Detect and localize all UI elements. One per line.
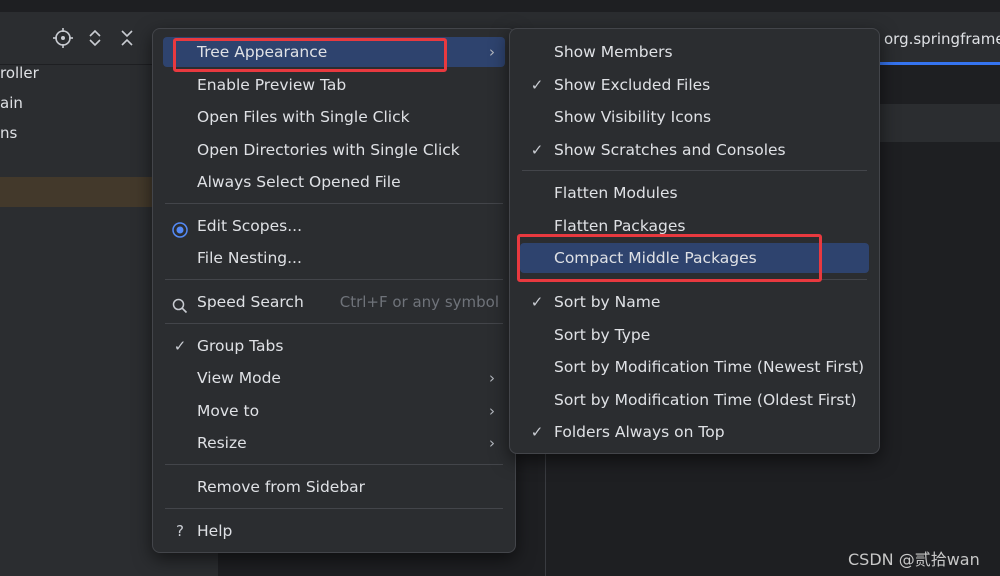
- menu-separator: [165, 323, 503, 324]
- editor-breadcrumb-bar: [880, 104, 1000, 142]
- watermark: CSDN @贰拾wan: [848, 550, 980, 569]
- menu-item-enable-preview-tab[interactable]: Enable Preview Tab: [163, 70, 505, 100]
- menu-separator: [165, 508, 503, 509]
- collapse-all-icon[interactable]: [116, 28, 138, 50]
- menu-item-sort-by-mod-time-newest[interactable]: Sort by Modification Time (Newest First): [520, 352, 869, 382]
- checkmark-icon: ✓: [530, 141, 544, 159]
- menu-item-always-select-opened-file[interactable]: Always Select Opened File: [163, 167, 505, 197]
- tree-item[interactable]: roller: [0, 58, 39, 88]
- menu-item-sort-by-type[interactable]: Sort by Type: [520, 320, 869, 350]
- checkmark-icon: ✓: [530, 76, 544, 94]
- scope-icon: [172, 218, 188, 238]
- checkmark-icon: ✓: [530, 293, 544, 311]
- menu-item-remove-from-sidebar[interactable]: Remove from Sidebar: [163, 472, 505, 502]
- menu-item-folders-always-on-top[interactable]: ✓ Folders Always on Top: [520, 417, 869, 447]
- annotation-box-compact-middle-packages: [517, 234, 822, 282]
- chevron-right-icon: ›: [489, 402, 495, 420]
- options-menu: Tree Appearance › Enable Preview Tab Ope…: [152, 28, 516, 553]
- editor-tab-title[interactable]: org.springframe: [884, 30, 1000, 48]
- chevron-right-icon: ›: [489, 434, 495, 452]
- expand-collapse-icon[interactable]: [84, 28, 106, 50]
- menu-item-view-mode[interactable]: View Mode ›: [163, 363, 505, 393]
- menu-item-help[interactable]: ? Help: [163, 516, 505, 546]
- checkmark-icon: ✓: [173, 337, 187, 355]
- shortcut-hint: Ctrl+F or any symbol: [339, 293, 499, 311]
- menu-item-file-nesting[interactable]: File Nesting...: [163, 243, 505, 273]
- active-tab-indicator: [878, 62, 1000, 65]
- menu-item-show-visibility-icons[interactable]: Show Visibility Icons: [520, 102, 869, 132]
- chevron-right-icon: ›: [489, 369, 495, 387]
- search-icon: [172, 294, 188, 314]
- menu-item-sort-by-name[interactable]: ✓ Sort by Name: [520, 287, 869, 317]
- menu-item-show-scratches-consoles[interactable]: ✓ Show Scratches and Consoles: [520, 135, 869, 165]
- menu-item-edit-scopes[interactable]: Edit Scopes...: [163, 211, 505, 241]
- menu-item-open-files-single-click[interactable]: Open Files with Single Click: [163, 102, 505, 132]
- tree-item[interactable]: ns: [0, 118, 17, 148]
- help-icon: ?: [176, 522, 184, 540]
- chevron-right-icon: ›: [489, 43, 495, 61]
- menu-item-move-to[interactable]: Move to ›: [163, 396, 505, 426]
- title-bar: [0, 0, 1000, 12]
- menu-separator: [165, 464, 503, 465]
- menu-separator: [165, 279, 503, 280]
- menu-separator: [522, 170, 867, 171]
- menu-item-show-members[interactable]: Show Members: [520, 37, 869, 67]
- menu-separator: [165, 203, 503, 204]
- menu-item-open-directories-single-click[interactable]: Open Directories with Single Click: [163, 135, 505, 165]
- annotation-box-tree-appearance: [173, 38, 447, 72]
- tree-selection-highlight: [0, 177, 160, 207]
- menu-item-flatten-modules[interactable]: Flatten Modules: [520, 178, 869, 208]
- menu-item-sort-by-mod-time-oldest[interactable]: Sort by Modification Time (Oldest First): [520, 385, 869, 415]
- menu-item-resize[interactable]: Resize ›: [163, 428, 505, 458]
- locate-icon[interactable]: [52, 28, 74, 50]
- menu-item-group-tabs[interactable]: ✓ Group Tabs: [163, 331, 505, 361]
- checkmark-icon: ✓: [530, 423, 544, 441]
- tree-item[interactable]: ain: [0, 88, 23, 118]
- menu-item-show-excluded-files[interactable]: ✓ Show Excluded Files: [520, 70, 869, 100]
- menu-item-speed-search[interactable]: Speed Search Ctrl+F or any symbol: [163, 287, 505, 317]
